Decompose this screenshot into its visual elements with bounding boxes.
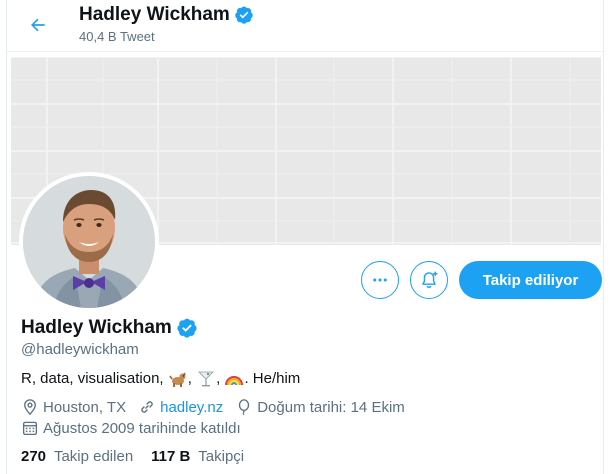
- profile-avatar[interactable]: [19, 172, 159, 312]
- location-text: Houston, TX: [43, 398, 127, 416]
- header-title: Hadley Wickham: [79, 4, 254, 26]
- birthday-text: Doğum tarihi: 14 Ekim: [257, 398, 405, 416]
- bio-separator-1: ,: [187, 370, 192, 387]
- location-pin-icon: [24, 399, 36, 416]
- following-count-link[interactable]: 270 Takip edilen: [21, 448, 133, 465]
- header-name-text: Hadley Wickham: [79, 4, 230, 25]
- website-link[interactable]: hadley.nz: [160, 399, 223, 416]
- profile-name: Hadley Wickham: [21, 316, 198, 340]
- joined-text: Ağustos 2009 tarihinde katıldı: [43, 419, 241, 437]
- followers-count-link[interactable]: 117 B Takipçi: [151, 448, 244, 465]
- arrow-left-icon: [31, 18, 45, 32]
- more-options-button[interactable]: [361, 261, 399, 299]
- bio-separator-2: ,: [216, 370, 221, 387]
- bio-text-suffix: . He/him: [244, 370, 301, 387]
- profile-name-text: Hadley Wickham: [21, 317, 172, 338]
- avatar-photo: [23, 176, 155, 308]
- profile-joined-row: Ağustos 2009 tarihinde katıldı: [21, 419, 253, 437]
- bell-plus-icon: [422, 271, 438, 289]
- profile-website[interactable]: hadley.nz: [138, 398, 223, 416]
- link-icon: [141, 401, 153, 413]
- profile-page: Hadley Wickham 40,4 B Tweet Takip ediliy…: [6, 0, 604, 474]
- follow-stats: 270 Takip edilen 117 B Takipçi: [21, 448, 262, 465]
- followers-label: Takipçi: [198, 448, 245, 465]
- verified-badge-icon: [177, 318, 197, 338]
- verified-badge-icon: [235, 6, 253, 24]
- profile-location: Houston, TX: [21, 398, 126, 416]
- following-count: 270: [21, 448, 47, 465]
- profile-meta-row: Houston, TX hadley.nz Doğum tarihi: 14 E…: [21, 398, 417, 416]
- dog-emoji: [169, 372, 186, 387]
- following-button[interactable]: Takip ediliyor: [459, 261, 602, 299]
- followers-count: 117 B: [151, 448, 191, 465]
- back-button[interactable]: [21, 8, 55, 42]
- cocktail-emoji: [198, 371, 215, 387]
- bio-text-prefix: R, data, visualisation,: [21, 370, 164, 387]
- profile-joined: Ağustos 2009 tarihinde katıldı: [21, 419, 241, 437]
- calendar-icon: [22, 421, 38, 436]
- following-label: Takip edilen: [53, 448, 134, 465]
- profile-header: Hadley Wickham 40,4 B Tweet: [7, 0, 603, 52]
- tweet-count: 40,4 B Tweet: [79, 29, 155, 44]
- profile-bio: R, data, visualisation, , , . He/him: [21, 369, 300, 389]
- profile-handle: @hadleywickham: [21, 341, 139, 358]
- more-horizontal-icon: [373, 278, 387, 282]
- balloon-icon: [239, 399, 250, 416]
- notifications-button[interactable]: [410, 261, 448, 299]
- profile-birthday: Doğum tarihi: 14 Ekim: [235, 398, 405, 416]
- rainbow-emoji: [225, 376, 244, 386]
